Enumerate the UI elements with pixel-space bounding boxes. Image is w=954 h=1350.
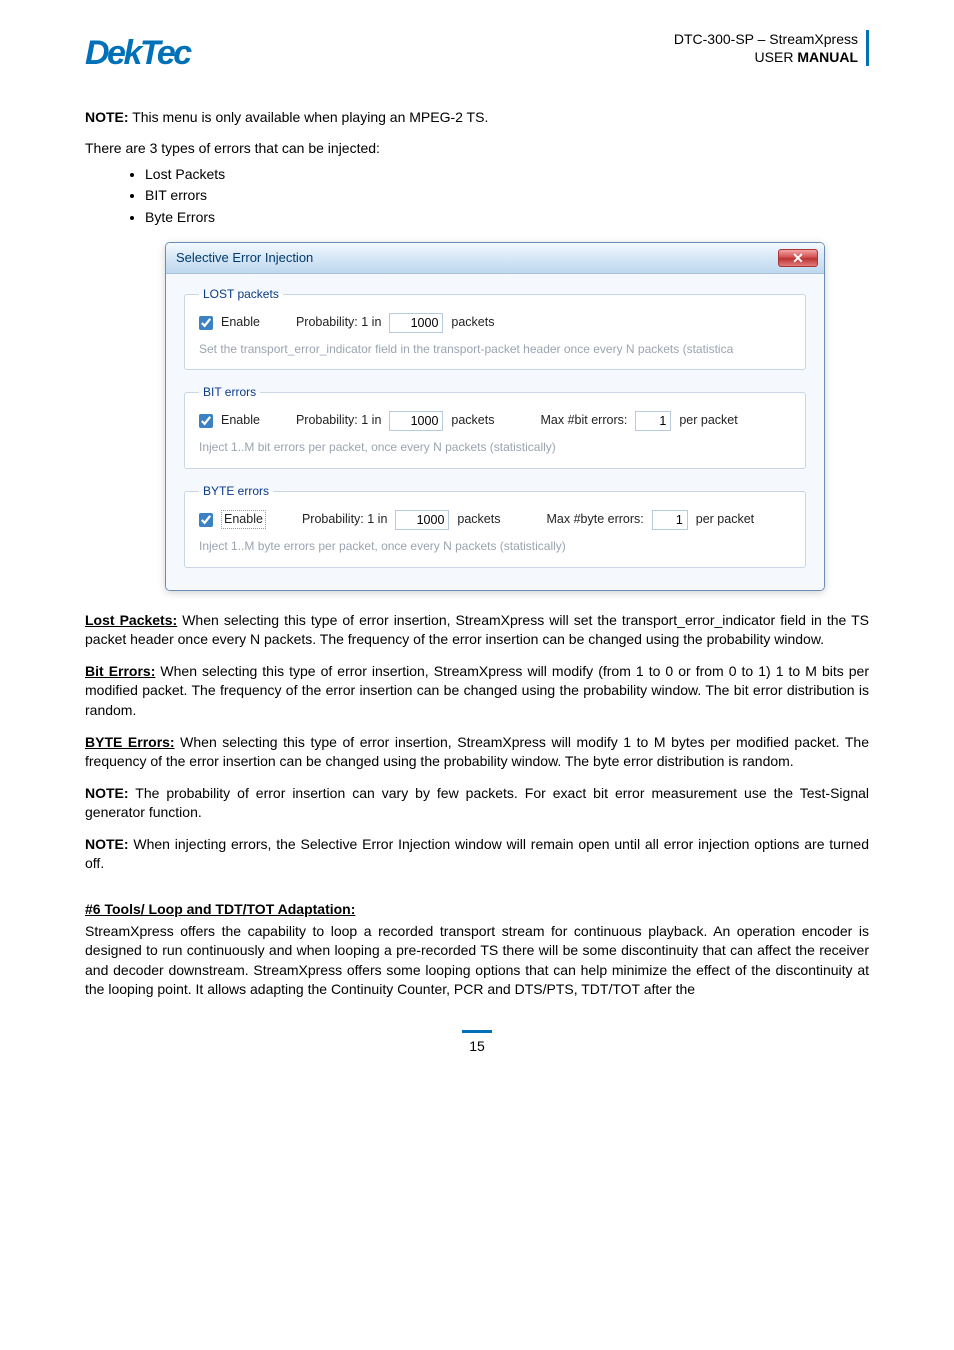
lost-packets-text: When selecting this type of error insert… [85,612,869,648]
byte-legend: BYTE errors [199,483,273,500]
product-name: DTC-300-SP – StreamXpress [674,31,858,47]
dialog-titlebar: Selective Error Injection ✕ [166,243,824,274]
header-right: DTC-300-SP – StreamXpress USER MANUAL [674,30,869,66]
lost-packets-para: Lost Packets: When selecting this type o… [85,611,869,650]
byte-per: per packet [696,511,754,529]
bit-enable-label: Enable [221,412,260,430]
footer-bar [462,1030,492,1033]
type-item: Byte Errors [145,208,869,228]
bit-errors-group: BIT errors Enable Probability: 1 in pack… [184,384,806,469]
doc-line: USER MANUAL [755,49,858,65]
byte-errors-group: BYTE errors Enable Probability: 1 in pac… [184,483,806,568]
lost-packets-head: Lost Packets: [85,612,177,628]
page-number: 15 [469,1038,485,1054]
byte-max-label: Max #byte errors: [547,511,644,529]
bit-per: per packet [679,412,737,430]
page-footer: 15 [85,1030,869,1057]
byte-prob-input[interactable] [395,510,449,530]
lost-prob-input[interactable] [389,313,443,333]
bit-legend: BIT errors [199,384,260,401]
byte-unit: packets [457,511,500,529]
byte-errors-text: When selecting this type of error insert… [85,734,869,770]
byte-enable-label: Enable [221,510,266,530]
note-3-text: When injecting errors, the Selective Err… [85,836,869,872]
note-1-text: This menu is only available when playing… [129,109,489,125]
lost-unit: packets [451,314,494,332]
dialog-title: Selective Error Injection [176,249,313,267]
lost-enable-checkbox[interactable] [199,316,213,330]
lost-packets-group: LOST packets Enable Probability: 1 in pa… [184,286,806,371]
close-button[interactable]: ✕ [778,249,818,267]
bit-unit: packets [451,412,494,430]
bit-errors-head: Bit Errors: [85,663,155,679]
types-list: Lost Packets BIT errors Byte Errors [145,165,869,228]
byte-max-input[interactable] [652,510,688,530]
byte-errors-head: BYTE Errors: [85,734,175,750]
bit-prob-label: Probability: 1 in [296,412,381,430]
type-item: Lost Packets [145,165,869,185]
tools-para: StreamXpress offers the capability to lo… [85,922,869,1000]
dialog-screenshot: Selective Error Injection ✕ LOST packets… [165,242,825,591]
bit-max-label: Max #bit errors: [541,412,628,430]
lost-desc: Set the transport_error_indicator field … [199,341,791,358]
lost-enable-label: Enable [221,314,260,332]
byte-prob-label: Probability: 1 in [302,511,387,529]
bit-max-input[interactable] [635,411,671,431]
logo: DekTec [85,30,190,78]
dialog-body: LOST packets Enable Probability: 1 in pa… [166,274,824,590]
note-3: NOTE: When injecting errors, the Selecti… [85,835,869,874]
page-header: DekTec DTC-300-SP – StreamXpress USER MA… [85,30,869,78]
byte-desc: Inject 1..M byte errors per packet, once… [199,538,791,555]
lost-prob-label: Probability: 1 in [296,314,381,332]
note-2-label: NOTE: [85,785,129,801]
byte-enable-checkbox[interactable] [199,513,213,527]
close-icon: ✕ [792,251,804,265]
tools-heading: #6 Tools/ Loop and TDT/TOT Adaptation: [85,900,869,920]
types-intro: There are 3 types of errors that can be … [85,139,869,159]
note-3-label: NOTE: [85,836,129,852]
note-2: NOTE: The probability of error insertion… [85,784,869,823]
selective-error-injection-dialog: Selective Error Injection ✕ LOST packets… [165,242,825,591]
type-item: BIT errors [145,186,869,206]
bit-errors-text: When selecting this type of error insert… [85,663,869,718]
lost-legend: LOST packets [199,286,283,303]
note-1-label: NOTE: [85,109,129,125]
bit-enable-checkbox[interactable] [199,414,213,428]
bit-errors-para: Bit Errors: When selecting this type of … [85,662,869,721]
note-2-text: The probability of error insertion can v… [85,785,869,821]
bit-desc: Inject 1..M bit errors per packet, once … [199,439,791,456]
note-1: NOTE: This menu is only available when p… [85,108,869,128]
byte-errors-para: BYTE Errors: When selecting this type of… [85,733,869,772]
bit-prob-input[interactable] [389,411,443,431]
